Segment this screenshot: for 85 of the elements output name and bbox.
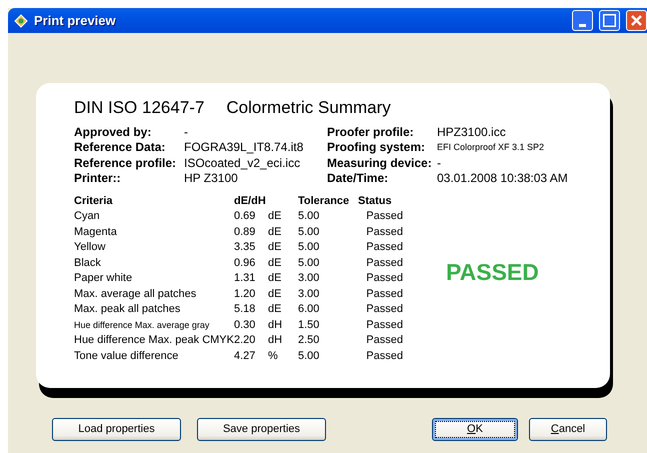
table-cell-text: dE: [268, 271, 282, 286]
column-header: Status: [358, 194, 393, 208]
table-cell-text: 5.18: [234, 302, 256, 317]
info-label: Reference Data:: [74, 140, 166, 156]
table-cell-text: 5.00: [298, 240, 320, 255]
table-cell-text: Passed: [365, 348, 403, 364]
table-cell-text: Passed: [365, 286, 403, 302]
table-cell-text: %: [268, 348, 279, 364]
table-cell-text: Hue difference Max. average gray: [74, 318, 210, 332]
info-label: Measuring device:: [327, 156, 433, 171]
table-cell-text: Magenta: [74, 224, 118, 240]
column-header: Tolerance: [298, 194, 350, 208]
table-cell-text: 0.96: [234, 256, 256, 270]
table-cell-text: 2.50: [298, 333, 320, 348]
table-cell-text: 6.00: [298, 302, 320, 317]
table-cell-text: Yellow: [74, 240, 106, 255]
table-cell-text: 4.27: [234, 348, 256, 364]
info-value: 03.01.2008 10:38:03 AM: [437, 171, 569, 186]
table-cell-text: Tone value difference: [74, 348, 180, 364]
table-cell-text: Black: [74, 256, 102, 270]
table-cell-text: 0.69: [234, 209, 256, 224]
table-cell-text: dE: [268, 240, 282, 255]
table-cell-text: 1.50: [298, 318, 320, 332]
table-cell-text: dE: [268, 256, 282, 270]
maximize-button[interactable]: [599, 10, 620, 31]
table-cell-text: 2.20: [234, 333, 256, 348]
table-cell-text: Paper white: [74, 271, 134, 286]
info-label: Proofer profile:: [327, 124, 415, 140]
info-label: Printer::: [74, 171, 122, 186]
info-value: -: [437, 156, 442, 171]
info-label: Approved by:: [74, 124, 152, 140]
info-label: Date/Time:: [327, 171, 390, 186]
table-cell-text: 3.00: [298, 286, 320, 302]
info-value: HP Z3100: [184, 171, 239, 186]
info-value: ISOcoated_v2_eci.icc: [184, 156, 302, 171]
table-cell-text: dH: [268, 318, 284, 332]
table-cell-text: Passed: [365, 318, 403, 332]
table-cell-text: 5.00: [298, 209, 320, 224]
table-cell-text: Max. average all patches: [74, 286, 198, 302]
table-cell-text: Passed: [365, 333, 403, 348]
table-cell-text: Passed: [365, 256, 403, 270]
table-cell-text: Max. peak all patches: [74, 302, 182, 317]
maximize-icon: [603, 14, 616, 27]
table-cell-text: 0.89: [234, 224, 256, 240]
table-cell-text: Passed: [365, 224, 403, 240]
table-cell-text: dE: [268, 286, 282, 302]
info-label: Reference profile:: [74, 156, 178, 171]
minimize-icon: [579, 24, 586, 27]
column-header: Criteria: [74, 194, 114, 208]
table-cell-text: Passed: [365, 209, 403, 224]
close-button[interactable]: [626, 10, 647, 31]
table-cell-text: dE: [268, 302, 282, 317]
table-cell-text: 3.00: [298, 271, 320, 286]
dialog-button[interactable]: Load properties: [52, 418, 181, 441]
table-cell-text: Cyan: [74, 209, 101, 224]
dialog-button[interactable]: Cancel: [529, 418, 607, 441]
app-icon: [14, 14, 28, 28]
table-cell-text: Passed: [365, 240, 403, 255]
info-value: HPZ3100.icc: [437, 124, 507, 140]
table-cell-text: 1.31: [234, 271, 256, 286]
report-title: DIN ISO 12647-7: [74, 97, 204, 119]
result-status: PASSED: [446, 258, 539, 287]
window-title: Print preview: [34, 12, 116, 30]
table-cell-text: dH: [268, 333, 284, 348]
table-cell-text: 1.20: [234, 286, 256, 302]
info-value: -: [184, 124, 189, 140]
table-cell-text: 5.00: [298, 256, 320, 270]
table-cell-text: 0.30: [234, 318, 256, 332]
minimize-button[interactable]: [572, 10, 593, 31]
info-value: FOGRA39L_IT8.74.it8: [184, 140, 304, 156]
table-cell-text: Passed: [365, 271, 403, 286]
close-icon: [631, 15, 642, 26]
table-cell-text: dE: [268, 224, 282, 240]
table-cell-text: Passed: [365, 302, 403, 317]
info-label: Proofing system:: [327, 140, 426, 156]
table-cell-text: dE: [268, 209, 282, 224]
info-value: EFI Colorproof XF 3.1 SP2: [437, 141, 546, 154]
report-subtitle: Colormetric Summary: [226, 97, 391, 119]
dialog-button[interactable]: OK: [432, 418, 518, 441]
table-cell-text: Hue difference Max. peak CMYK: [74, 333, 234, 348]
table-cell-text: 5.00: [298, 348, 320, 364]
table-cell-text: 5.00: [298, 224, 320, 240]
table-cell-text: 3.35: [234, 240, 256, 255]
column-header: dE/dH: [234, 194, 267, 208]
dialog-button[interactable]: Save properties: [197, 418, 326, 441]
